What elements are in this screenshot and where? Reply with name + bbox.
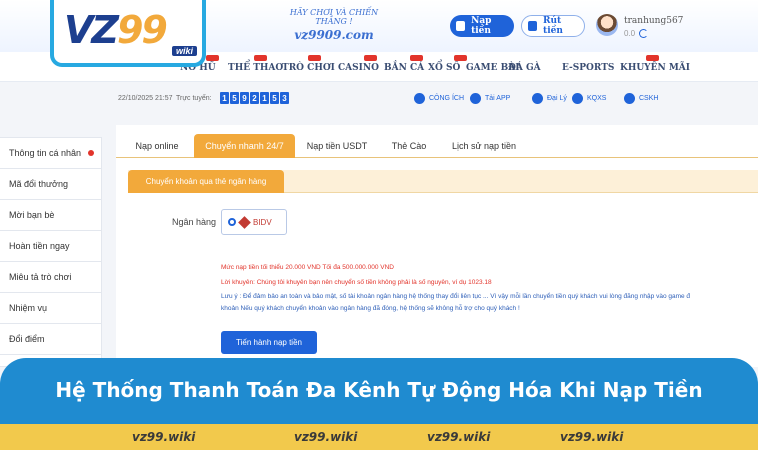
deposit-panel (116, 125, 758, 367)
header-slogan: HÃY CHƠI VÀ CHIẾN THẮNG ! vz9909.com (282, 8, 386, 42)
nav-item[interactable]: E-SPORTS (562, 63, 614, 73)
nav-item[interactable]: TRÒ CHƠI (282, 63, 335, 73)
deposit-tab[interactable]: Nạp online (126, 134, 188, 158)
sidebar-item[interactable]: Mã đổi thưởng (0, 169, 101, 200)
current-datetime: 22/10/2025 21:57 (118, 95, 173, 102)
deposit-tab[interactable]: Nạp tiền USDT (300, 134, 374, 158)
sidebar-item-label: Đổi điểm (9, 334, 45, 344)
support-icon (624, 93, 635, 104)
hot-badge-icon (254, 55, 267, 61)
cash-icon (528, 21, 538, 31)
deposit-tab[interactable]: Lịch sử nạp tiền (442, 134, 526, 158)
sidebar-item[interactable]: Hoàn tiền ngay (0, 231, 101, 262)
banner-title: Hệ Thống Thanh Toán Đa Kênh Tự Động Hóa … (55, 378, 703, 402)
online-digit: 2 (250, 92, 259, 104)
hot-badge-icon (646, 55, 659, 61)
account-sidebar: Thông tin cá nhân Mã đổi thưởng Mời bạn bè… (0, 137, 102, 367)
online-digit: 1 (260, 92, 269, 104)
charity-icon (414, 93, 425, 104)
footer-link[interactable]: vz99.wiki (560, 430, 623, 444)
nav-item[interactable]: THỂ THAO (228, 63, 283, 73)
notice-note: Lưu ý : Để đảm bảo an toàn và bảo mật, s… (221, 293, 691, 300)
notice-limit: Mức nạp tiền tối thiểu 20.000 VND Tối đa… (221, 264, 394, 271)
quick-link[interactable]: CÔNG ÍCH (414, 93, 464, 104)
deposit-tab[interactable]: Thẻ Cào (384, 134, 434, 158)
footer-link[interactable]: vz99.wiki (132, 430, 195, 444)
slogan-text: HÃY CHƠI VÀ CHIẾN THẮNG ! (289, 8, 379, 26)
online-digit: 3 (280, 92, 289, 104)
logo-main-text: VZ (64, 8, 119, 52)
hot-badge-icon (410, 55, 423, 61)
avatar[interactable] (596, 14, 618, 36)
online-digit: 5 (270, 92, 279, 104)
sidebar-item-label: Miêu tả trò chơi (9, 272, 72, 282)
username[interactable]: tranhung567 (624, 16, 683, 26)
quick-link[interactable]: Tải APP (470, 93, 510, 104)
online-label: Trực tuyến: (176, 95, 212, 102)
sidebar-item-label: Mời bạn bè (9, 210, 55, 220)
sidebar-item-label: Nhiệm vụ (9, 303, 48, 313)
submit-deposit-button[interactable]: Tiến hành nạp tiền (221, 331, 317, 354)
online-counter: 1592153 (220, 92, 289, 104)
notification-dot-icon (88, 150, 94, 156)
bank-name: BIDV (253, 217, 272, 227)
quick-link-label: Tải APP (485, 95, 511, 102)
radio-selected-icon (228, 218, 236, 226)
withdraw-button-label: Rút tiền (543, 16, 563, 36)
sidebar-item[interactable]: Thông tin cá nhân (0, 138, 101, 169)
sidebar-item[interactable]: Nhiệm vụ (0, 293, 101, 324)
bank-option-bidv[interactable]: BIDV (221, 209, 287, 235)
online-digit: 5 (230, 92, 239, 104)
quick-link[interactable]: CSKH (624, 93, 658, 104)
refresh-icon[interactable] (639, 29, 649, 38)
wallet-balance: 0.0 (624, 29, 649, 38)
quick-link-label: CSKH (639, 95, 659, 102)
quick-link-label: Đại Lý (547, 95, 567, 102)
notice-note-continued: khoản Nếu quý khách chuyển khoản vào ngâ… (221, 305, 520, 312)
sidebar-item-label: Mã đổi thưởng (9, 179, 68, 189)
site-logo[interactable]: VZ99 wiki (50, 0, 206, 67)
deposit-tab[interactable]: Chuyển nhanh 24/7 (194, 134, 295, 158)
quick-link[interactable]: Đại Lý (532, 93, 567, 104)
quick-link-label: CÔNG ÍCH (429, 95, 464, 102)
sidebar-item-label: Hoàn tiền ngay (9, 241, 70, 251)
nav-item[interactable]: CASINO (338, 63, 379, 73)
hot-badge-icon (206, 55, 219, 61)
notice-advice: Lời khuyên: Chúng tôi khuyên bạn nên chu… (221, 279, 492, 286)
subtab-bank-transfer[interactable]: Chuyển khoản qua thẻ ngân hàng (128, 170, 284, 193)
bank-label: Ngân hàng (172, 217, 217, 227)
slogan-domain[interactable]: vz9909.com (282, 28, 386, 42)
bidv-logo-icon (238, 215, 251, 229)
app-download-icon (470, 93, 481, 104)
logo-number-text: 99 (116, 8, 168, 52)
agent-icon (532, 93, 543, 104)
deposit-tabs: Nạp online Chuyển nhanh 24/7 Nạp tiền USDT… (116, 134, 758, 158)
nav-item[interactable]: KHUYẾN MÃI (620, 63, 690, 73)
hot-badge-icon (308, 55, 321, 61)
hot-badge-icon (364, 55, 377, 61)
sidebar-item[interactable]: Đổi điểm (0, 324, 101, 355)
sidebar-item-label: Thông tin cá nhân (9, 148, 82, 158)
wallet-icon (456, 21, 466, 31)
nav-item[interactable]: XỔ SỐ (428, 63, 460, 73)
online-digit: 1 (220, 92, 229, 104)
nav-item[interactable]: ĐÁ GÀ (508, 63, 541, 73)
withdraw-button[interactable]: Rút tiền (521, 15, 585, 37)
online-digit: 9 (240, 92, 249, 104)
lottery-result-icon (572, 93, 583, 104)
sidebar-item[interactable]: Miêu tả trò chơi (0, 262, 101, 293)
deposit-button[interactable]: Nạp tiền (450, 15, 514, 37)
footer-link[interactable]: vz99.wiki (427, 430, 490, 444)
quick-link-label: KQXS (587, 95, 607, 102)
nav-item[interactable]: BẮN CÁ (384, 63, 424, 73)
logo-sub-text: wiki (172, 46, 198, 56)
deposit-button-label: Nạp tiền (471, 16, 492, 36)
hot-badge-icon (454, 55, 467, 61)
logo-wordmark: VZ99 (64, 8, 168, 52)
quick-link[interactable]: KQXS (572, 93, 606, 104)
footer-link[interactable]: vz99.wiki (294, 430, 357, 444)
sidebar-item[interactable]: Mời bạn bè (0, 200, 101, 231)
footer-strip (0, 424, 758, 450)
balance-value: 0.0 (624, 29, 636, 38)
